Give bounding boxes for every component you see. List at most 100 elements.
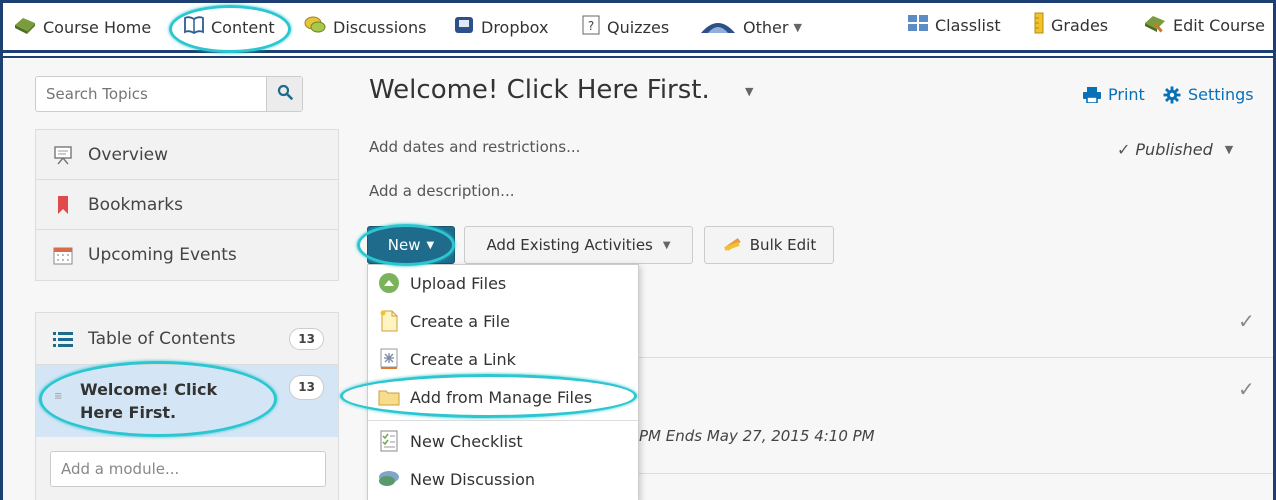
nav-classlist[interactable]: Classlist [907, 11, 1001, 39]
check-icon: ✓ [1117, 140, 1131, 159]
topic-dates: PM Ends May 27, 2015 4:10 PM [639, 427, 875, 445]
settings-link[interactable]: Settings [1163, 85, 1254, 104]
course-home-icon [13, 15, 37, 39]
nav-label: Course Home [43, 17, 152, 37]
chevron-down-icon: ▼ [1224, 143, 1234, 156]
upload-icon [376, 270, 402, 296]
menu-item-new-checklist[interactable]: New Checklist [368, 423, 638, 459]
module-title-line2: Here First. [80, 403, 177, 422]
overview-icon [52, 145, 74, 165]
nav-content[interactable]: Content [183, 13, 275, 41]
list-icon [52, 330, 74, 348]
bookmark-icon [52, 195, 74, 215]
print-link[interactable]: Print [1083, 85, 1145, 104]
nav-other[interactable]: Other ▼ [699, 13, 802, 41]
nav-edit-course[interactable]: Edit Course [1143, 11, 1265, 39]
settings-label: Settings [1188, 85, 1254, 104]
chevron-down-icon: ▼ [426, 239, 435, 251]
menu-item-label: New Discussion [410, 469, 536, 489]
module-welcome[interactable]: ≡ Welcome! Click Here First. 13 [36, 365, 338, 437]
bulk-edit-label: Bulk Edit [749, 236, 817, 254]
nav-dropbox[interactable]: Dropbox [453, 13, 548, 41]
add-dates-link[interactable]: Add dates and restrictions... [369, 138, 580, 156]
menu-item-label: New Checklist [410, 431, 523, 451]
app-window: Course Home Content Discussions Dropbox … [0, 0, 1276, 500]
toc-label: Table of Contents [88, 328, 236, 349]
edit-course-icon [1143, 13, 1167, 37]
toc-header[interactable]: Table of Contents 13 [36, 313, 338, 365]
nav-label: Quizzes [607, 17, 670, 37]
classlist-icon [907, 13, 929, 37]
menu-item-label: Add from Manage Files [410, 387, 593, 407]
search-icon [277, 84, 293, 104]
folder-icon [376, 384, 402, 410]
topic-check-icon: ✓ [1238, 377, 1255, 401]
sidebar-nav-panel: Overview Bookmarks Upcoming Events [35, 129, 339, 281]
menu-item-label: Create a Link [410, 349, 516, 369]
checklist-icon [376, 428, 402, 454]
grades-icon [1033, 12, 1045, 38]
topic-check-icon: ✓ [1238, 309, 1255, 333]
print-label: Print [1108, 85, 1145, 104]
module-title: Welcome! Click Here First. [80, 378, 217, 424]
nav-label: Grades [1051, 15, 1109, 35]
published-status[interactable]: ✓ Published ▼ [1117, 140, 1233, 159]
chevron-down-icon: ▼ [662, 239, 671, 251]
calendar-icon [52, 245, 74, 265]
title-menu-caret-icon[interactable]: ▼ [745, 85, 753, 98]
gear-icon [1163, 86, 1181, 104]
sidebar-item-label: Upcoming Events [88, 245, 237, 265]
bulk-edit-button[interactable]: Bulk Edit [704, 226, 834, 264]
nav-label: Dropbox [481, 17, 549, 37]
sidebar-item-upcoming-events[interactable]: Upcoming Events [36, 230, 338, 280]
search-input[interactable] [36, 77, 266, 111]
search-button[interactable] [266, 77, 302, 111]
nav-grades[interactable]: Grades [1033, 11, 1108, 39]
search-topics-box [35, 76, 303, 112]
module-title-line1: Welcome! Click [80, 379, 218, 399]
nav-discussions[interactable]: Discussions [303, 13, 426, 41]
table-of-contents-panel: Table of Contents 13 ≡ Welcome! Click He… [35, 312, 339, 500]
new-button-label: New [387, 236, 421, 254]
nav-label: Other [743, 17, 789, 37]
nav-quizzes[interactable]: ? Quizzes [581, 13, 669, 41]
link-icon [376, 346, 402, 372]
nav-course-home[interactable]: Course Home [13, 13, 151, 41]
menu-separator [368, 420, 638, 421]
menu-item-create-link[interactable]: Create a Link [368, 341, 638, 377]
published-label: Published [1135, 140, 1213, 159]
nav-label: Classlist [935, 15, 1001, 35]
menu-item-upload-files[interactable]: Upload Files [368, 265, 638, 301]
chevron-down-icon: ▼ [793, 20, 802, 34]
menu-item-label: Upload Files [410, 273, 507, 293]
new-button[interactable]: New ▼ [367, 226, 455, 264]
menu-item-new-discussion[interactable]: New Discussion [368, 461, 638, 497]
topic-divider [639, 357, 1273, 358]
add-module-input[interactable]: Add a module... [50, 451, 326, 487]
nav-label: Discussions [333, 17, 427, 37]
dropbox-icon [453, 15, 475, 39]
navbar-underline [3, 56, 1273, 58]
menu-item-add-from-manage-files[interactable]: Add from Manage Files [368, 379, 638, 415]
pencil-icon [722, 235, 744, 255]
discussion-icon [376, 466, 402, 492]
page-title: Welcome! Click Here First. [369, 75, 710, 105]
add-existing-activities-button[interactable]: Add Existing Activities ▼ [464, 226, 693, 264]
new-dropdown-menu: Upload Files Create a File Create a Link… [367, 264, 639, 500]
printer-icon [1083, 86, 1101, 103]
nav-label: Content [211, 17, 275, 37]
sidebar-item-bookmarks[interactable]: Bookmarks [36, 180, 338, 230]
menu-item-label: Create a File [410, 311, 510, 331]
sidebar-item-overview[interactable]: Overview [36, 130, 338, 180]
new-file-icon [376, 308, 402, 334]
sidebar-item-label: Overview [88, 144, 169, 165]
toc-count-badge: 13 [289, 327, 324, 350]
book-icon [183, 15, 205, 39]
other-icon [699, 15, 737, 39]
add-description-link[interactable]: Add a description... [369, 182, 514, 200]
add-existing-label: Add Existing Activities [486, 236, 653, 254]
drag-handle-icon[interactable]: ≡ [54, 392, 62, 402]
topic-divider [639, 473, 1273, 474]
menu-item-create-file[interactable]: Create a File [368, 303, 638, 339]
svg-text:?: ? [588, 19, 594, 33]
